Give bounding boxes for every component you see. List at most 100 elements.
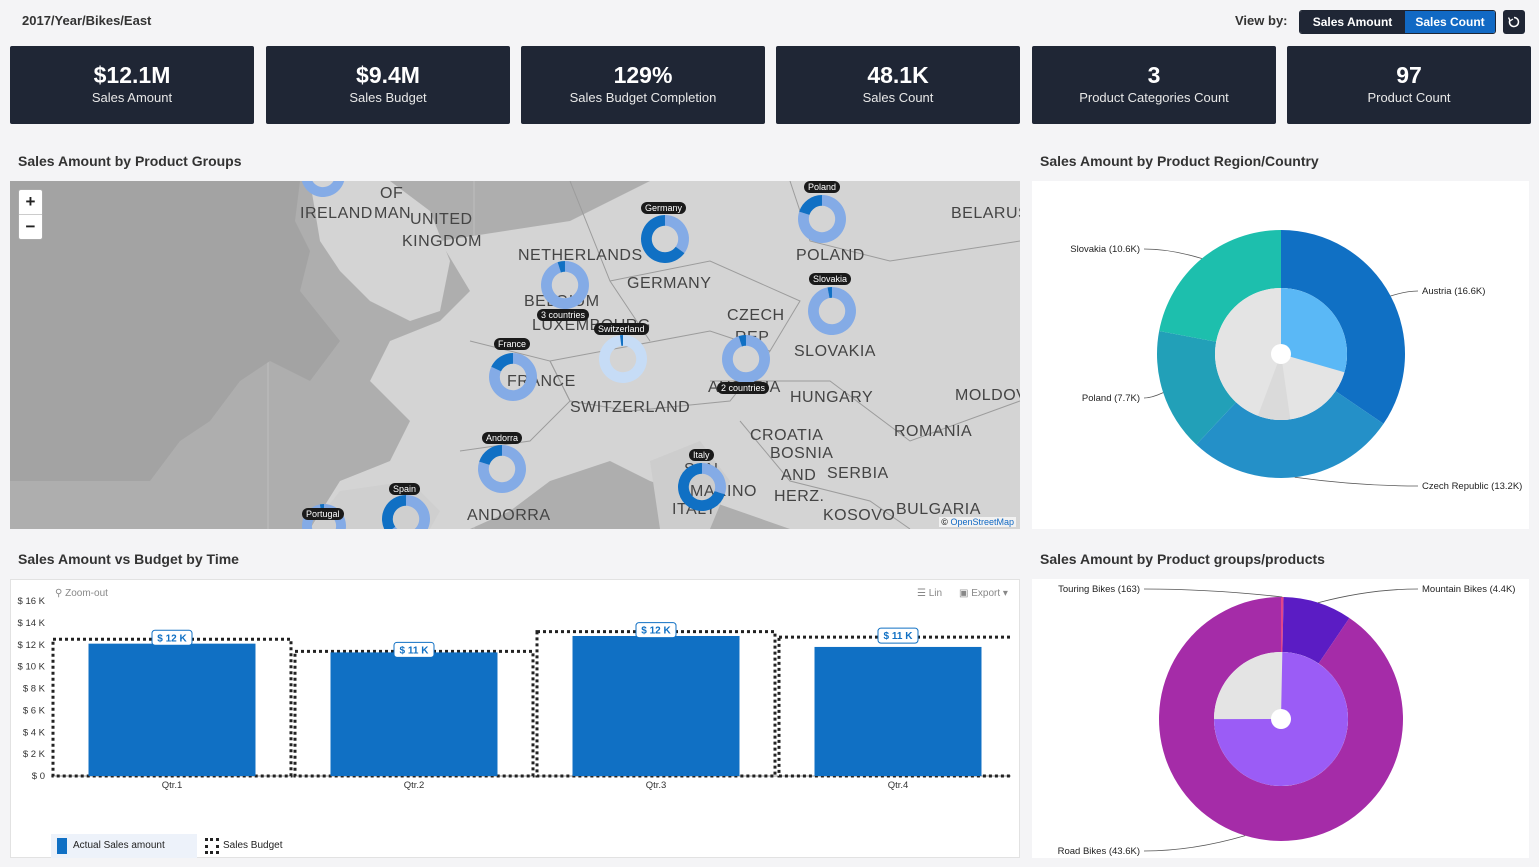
donut-segment xyxy=(799,195,822,215)
y-tick-label: $ 16 K xyxy=(18,596,46,607)
legend-actual[interactable]: Actual Sales amount xyxy=(51,834,197,858)
product-pie-label: Mountain Bikes (4.4K) xyxy=(1422,584,1515,595)
y-tick-label: $ 2 K xyxy=(23,749,46,760)
y-tick-label: $ 0 xyxy=(32,771,45,782)
reset-icon[interactable] xyxy=(1503,10,1525,34)
x-tick-label: Qtr.1 xyxy=(162,780,183,791)
label-leader-line xyxy=(1143,248,1202,259)
products-pie-chart[interactable]: Touring Bikes (163) Mountain Bikes (4.4K)… xyxy=(1032,579,1529,858)
label-leader-line xyxy=(1143,588,1283,598)
region-pie-label: Slovakia (10.6K) xyxy=(1070,244,1140,255)
y-tick-label: $ 4 K xyxy=(23,727,46,738)
map-donut-layer[interactable] xyxy=(10,181,1020,529)
region-pie-chart[interactable]: Austria (16.6K) Czech Republic (13.2K) Pol… xyxy=(1032,181,1529,529)
map-pin-label[interactable]: Spain xyxy=(389,483,421,495)
map-donut-marker[interactable] xyxy=(382,495,430,529)
kpi-budget-completion: 129% Sales Budget Completion xyxy=(521,46,765,124)
actual-bar[interactable] xyxy=(88,643,256,776)
label-leader-line xyxy=(1143,835,1246,852)
label-leader-line xyxy=(1390,290,1419,297)
view-by-label: View by: xyxy=(1235,13,1288,28)
view-by-toggle: Sales Amount Sales Count xyxy=(1299,10,1496,34)
breadcrumb: 2017/Year/Bikes/East xyxy=(22,13,152,28)
map-pin-label[interactable]: Andorra xyxy=(482,432,523,444)
kpi-value: $9.4M xyxy=(356,62,420,88)
map-donut-marker[interactable] xyxy=(488,353,537,401)
map-pin-label[interactable]: Germany xyxy=(641,202,687,214)
data-label: $ 12 K xyxy=(641,626,671,637)
kpi-value: 97 xyxy=(1396,62,1422,88)
map-donut-marker[interactable] xyxy=(541,261,590,309)
map-donut-marker[interactable] xyxy=(641,215,689,263)
kpi-value: 3 xyxy=(1147,62,1161,88)
legend-label-budget: Sales Budget xyxy=(223,840,283,851)
top-bar: 2017/Year/Bikes/East View by: Sales Amou… xyxy=(0,0,1539,44)
label-leader-line xyxy=(1317,588,1419,604)
region-pie-label: Poland (7.7K) xyxy=(1082,393,1140,404)
product-pie-label: Touring Bikes (163) xyxy=(1058,584,1140,595)
map-pin-label[interactable]: 3 countries xyxy=(537,309,590,321)
legend-budget[interactable]: Sales Budget xyxy=(203,834,323,858)
actual-bar[interactable] xyxy=(814,646,982,776)
data-label: $ 12 K xyxy=(157,633,187,644)
map-donut-marker[interactable] xyxy=(678,463,727,512)
sales-map[interactable]: OF IRELAND MAN UNITED KINGDOM NETHERLAND… xyxy=(10,181,1020,529)
region-section-title: Sales Amount by Product Region/Country xyxy=(1040,153,1319,169)
legend-label-actual: Actual Sales amount xyxy=(73,840,165,851)
pie-center-hole xyxy=(1271,709,1291,729)
map-pin-label[interactable]: Portugal xyxy=(302,508,344,520)
donut-segment xyxy=(479,445,502,465)
pie-center-hole xyxy=(1271,344,1291,364)
map-donut-marker[interactable] xyxy=(599,335,647,384)
kpi-sales-amount: $12.1M Sales Amount xyxy=(10,46,254,124)
y-tick-label: $ 6 K xyxy=(23,705,46,716)
y-tick-label: $ 8 K xyxy=(23,684,46,695)
x-tick-label: Qtr.2 xyxy=(404,780,425,791)
kpi-sales-budget: $9.4M Sales Budget xyxy=(266,46,510,124)
region-pie-label: Austria (16.6K) xyxy=(1422,286,1485,297)
donut-segment xyxy=(382,495,406,529)
donut-segment xyxy=(702,463,727,495)
donut-segment xyxy=(808,287,857,335)
kpi-label: Sales Amount xyxy=(91,90,173,105)
view-sales-amount-button[interactable]: Sales Amount xyxy=(1300,11,1405,33)
time-bar-panel: ⚲ Zoom-out ☰ Lin ▣ Export ▾ $ 0 $ 2 K $ 4 … xyxy=(10,579,1020,858)
zoom-in-button[interactable]: + xyxy=(19,190,42,215)
time-bar-chart[interactable]: $ 0 $ 2 K $ 4 K $ 6 K $ 8 K $ 10 K $ 12 K $ 14 … xyxy=(1,579,1011,858)
map-donut-marker[interactable] xyxy=(301,181,345,197)
openstreetmap-link[interactable]: OpenStreetMap xyxy=(950,517,1014,527)
map-pin-label[interactable]: Switzerland xyxy=(594,323,649,335)
map-donut-marker[interactable] xyxy=(798,195,847,243)
kpi-sales-count: 48.1K Sales Count xyxy=(776,46,1020,124)
kpi-value: $12.1M xyxy=(93,62,171,88)
donut-segment xyxy=(301,181,345,197)
kpi-label: Sales Count xyxy=(862,90,934,105)
data-label: $ 11 K xyxy=(884,631,914,642)
kpi-product-categories: 3 Product Categories Count xyxy=(1032,46,1276,124)
map-pin-label[interactable]: Poland xyxy=(804,181,841,193)
region-pie-label: Czech Republic (13.2K) xyxy=(1422,481,1522,492)
products-section-title: Sales Amount by Product groups/products xyxy=(1040,551,1325,567)
map-donut-marker[interactable] xyxy=(808,287,857,335)
map-pin-label[interactable]: Italy xyxy=(689,449,714,461)
view-sales-count-button[interactable]: Sales Count xyxy=(1405,11,1495,33)
x-tick-label: Qtr.3 xyxy=(646,780,667,791)
kpi-label: Product Count xyxy=(1367,90,1451,105)
zoom-out-button[interactable]: − xyxy=(19,215,42,240)
actual-bar[interactable] xyxy=(572,636,740,776)
y-tick-label: $ 10 K xyxy=(18,662,46,673)
map-donut-marker[interactable] xyxy=(478,445,526,493)
actual-bar[interactable] xyxy=(330,652,498,776)
region-pie-panel: Austria (16.6K) Czech Republic (13.2K) Pol… xyxy=(1032,181,1529,529)
map-donut-marker[interactable] xyxy=(721,335,770,383)
map-pin-label[interactable]: Slovakia xyxy=(809,273,852,285)
products-pie-panel: Touring Bikes (163) Mountain Bikes (4.4K)… xyxy=(1032,579,1529,858)
y-tick-label: $ 12 K xyxy=(18,640,46,651)
donut-segment xyxy=(721,335,770,383)
map-attribution: © OpenStreetMap xyxy=(939,517,1016,527)
map-pin-label[interactable]: France xyxy=(494,338,531,350)
reset-arrow-icon xyxy=(1507,16,1520,28)
map-pin-label[interactable]: 2 countries xyxy=(717,382,770,394)
time-section-title: Sales Amount vs Budget by Time xyxy=(18,551,239,567)
data-label: $ 11 K xyxy=(400,645,430,656)
